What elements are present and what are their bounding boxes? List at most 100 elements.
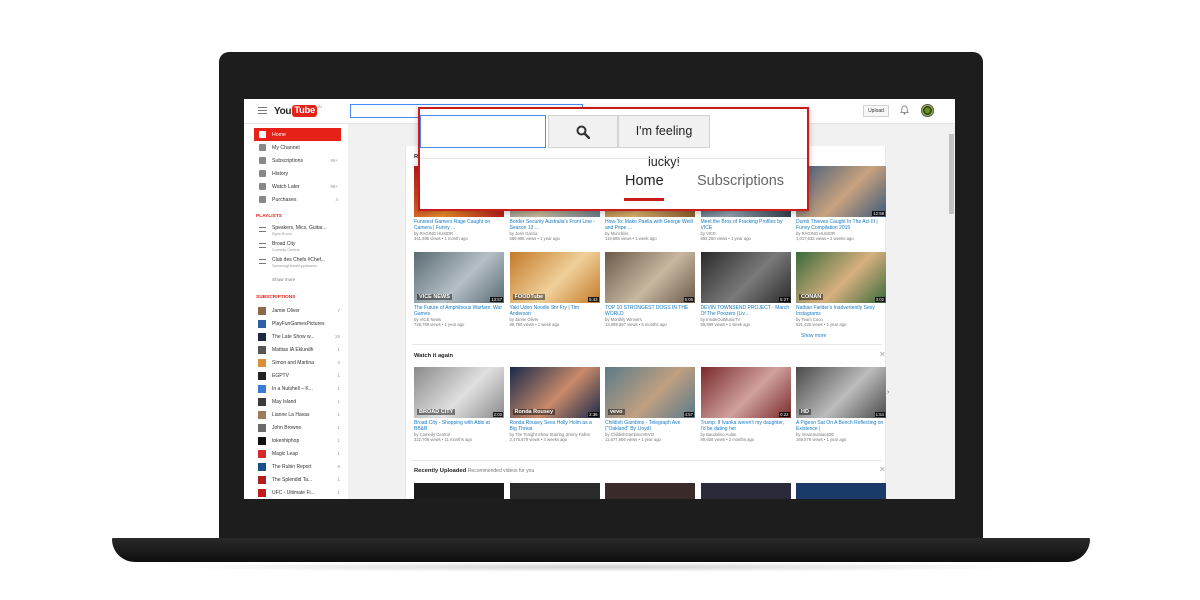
subscription-item[interactable]: UFC - Ultimate Fi... 1: [256, 486, 341, 499]
subscription-label: tokenhiphop: [272, 437, 300, 444]
video-title[interactable]: A Pigeon Sat On A Bench Reflecting on Ex…: [796, 420, 886, 432]
sidebar-item[interactable]: Purchases 4: [254, 193, 341, 206]
chevron-right-icon[interactable]: ›: [887, 389, 889, 396]
tab-home[interactable]: Home: [625, 173, 664, 190]
video-title[interactable]: TOP 10 STRONGEST DOGS IN THE WORLD: [605, 305, 695, 317]
video-title[interactable]: Nathan Fielder's Inadvertently Sexy Inst…: [796, 305, 886, 317]
video-thumbnail[interactable]: BROAD CITY 2:03: [414, 367, 504, 418]
video-card[interactable]: BROAD CITY 2:03 Broad City - Shopping with…: [414, 367, 504, 445]
hamburger-menu-icon[interactable]: [258, 107, 267, 114]
video-title[interactable]: Meet the Bros of Fracking Profiles by VI…: [701, 219, 791, 231]
video-card[interactable]: 0:22 Trump: If Ivanka weren't my daughter…: [700, 367, 791, 445]
avatar[interactable]: [921, 104, 934, 117]
video-thumbnail[interactable]: FOODTube 5:43: [509, 252, 600, 303]
page-scrollbar[interactable]: [948, 124, 955, 499]
video-title[interactable]: Childish Gambino - Telegraph Ave ("Oakla…: [605, 420, 695, 432]
playlist-item[interactable]: Broad City Comedy Central: [256, 241, 341, 253]
video-thumbnail[interactable]: [509, 483, 600, 499]
section-divider: [412, 460, 882, 461]
sidebar-item[interactable]: History: [254, 167, 341, 180]
playlist-icon: [259, 227, 266, 232]
video-duration: 5:06: [683, 297, 694, 302]
playlist-item[interactable]: Club des Chefs #Chef... SamsungHomeApplia…: [256, 257, 341, 269]
video-title[interactable]: Border Security Australia's Front Line -…: [510, 219, 600, 231]
video-duration: 1:54: [874, 412, 885, 417]
video-thumbnail[interactable]: VICE NEWS 13:57: [414, 252, 504, 303]
playlist-owner: Comedy Central: [272, 248, 300, 252]
subscription-item[interactable]: Simon and Martina 2: [256, 356, 341, 369]
video-thumbnail[interactable]: [700, 483, 791, 499]
video-card[interactable]: VICE NEWS 13:57 The Future of Amphibious W…: [414, 252, 504, 330]
subscription-item[interactable]: In a Nutshell – K... 1: [256, 382, 341, 395]
subscription-count: 1: [337, 438, 340, 443]
subscription-item[interactable]: The Rubin Report 8: [256, 460, 341, 473]
video-title[interactable]: DEVIN TOWNSEND PROJECT - March Of The Po…: [701, 305, 791, 317]
youtube-logo[interactable]: You Tube IN: [274, 104, 322, 117]
feeling-lucky-button[interactable]: I'm feeling lucky!: [618, 115, 710, 169]
playlist-item[interactable]: Speakers, Mics, Guitar... Ryan Bruce: [256, 225, 341, 237]
video-thumbnail[interactable]: [605, 483, 695, 499]
subscription-item[interactable]: Lianne La Havas 1: [256, 408, 341, 421]
video-card[interactable]: 12:58 Dumb Thieves Caught In The Act III …: [796, 166, 886, 244]
video-duration: 5:27: [779, 297, 790, 302]
video-title[interactable]: Funniest Gamers Rage Caught on Camera | …: [414, 219, 504, 231]
playlists-show-more[interactable]: Show more: [272, 277, 295, 282]
sidebar-item[interactable]: My Channel: [254, 141, 341, 154]
subscription-item[interactable]: Jamie Oliver 7: [256, 304, 341, 317]
tab-subscriptions[interactable]: Subscriptions: [697, 173, 784, 190]
video-card[interactable]: vevo 4:57 Childish Gambino - Telegraph Ave…: [605, 367, 695, 445]
subscription-item[interactable]: John Browne 1: [256, 421, 341, 434]
subscription-item[interactable]: tokenhiphop 1: [256, 434, 341, 447]
video-title[interactable]: Broad City - Shopping with Abbi at BB&B: [414, 420, 504, 432]
sidebar-item[interactable]: Subscriptions 99+: [254, 154, 341, 167]
recently-uploaded-label: Recently Uploaded: [414, 468, 467, 474]
bell-icon[interactable]: [900, 105, 909, 115]
video-card[interactable]: CONAN 3:02 Nathan Fielder's Inadvertently …: [796, 252, 886, 330]
watch-again-title: Watch it again: [414, 353, 454, 359]
subscription-item[interactable]: The Late Show w... 26: [256, 330, 341, 343]
video-thumbnail[interactable]: 0:22: [700, 367, 791, 418]
laptop-base: [112, 538, 1090, 562]
video-card[interactable]: FOODTube 5:43 Yaki Udon Noodle Stir Fry | …: [509, 252, 600, 330]
subscription-item[interactable]: Mattias IA Eklundh 1: [256, 343, 341, 356]
video-meta: 119,655 views • 1 week ago: [605, 236, 657, 241]
sidebar-item[interactable]: Watch Later 99+: [254, 180, 341, 193]
subscription-item[interactable]: Magic Leap 1: [256, 447, 341, 460]
recently-uploaded-close-icon[interactable]: ✕: [879, 466, 886, 474]
video-thumbnail[interactable]: [414, 483, 504, 499]
subscription-item[interactable]: PlayFunGamesPictures: [256, 317, 341, 330]
channel-avatar: [258, 463, 266, 471]
subscription-item[interactable]: May Island 1: [256, 395, 341, 408]
video-thumbnail[interactable]: 12:58: [796, 166, 886, 217]
recommended-show-more[interactable]: Show more: [801, 333, 826, 339]
sidebar: Home My Channel Subscriptions 99+ History Wat…: [244, 124, 348, 499]
video-card[interactable]: HD 1:54 A Pigeon Sat On A Bench Reflecting…: [796, 367, 886, 445]
video-thumbnail[interactable]: [796, 483, 886, 499]
video-duration: 2:36: [588, 412, 599, 417]
video-card[interactable]: 5:27 DEVIN TOWNSEND PROJECT - March Of Th…: [700, 252, 791, 330]
video-title[interactable]: Dumb Thieves Caught In The Act III | Fun…: [796, 219, 886, 231]
video-thumbnail[interactable]: 5:06: [605, 252, 695, 303]
video-card[interactable]: 5:06 TOP 10 STRONGEST DOGS IN THE WORLD by…: [605, 252, 695, 330]
video-title[interactable]: Ronda Rousey Sees Holly Holm as a Big Th…: [510, 420, 600, 432]
video-thumbnail[interactable]: Ronda Rousey 2:36: [509, 367, 600, 418]
video-title[interactable]: How-To: Make Paella with George Weill an…: [605, 219, 695, 231]
video-thumbnail[interactable]: 5:27: [700, 252, 791, 303]
video-meta: 341,695 views • 1 month ago: [414, 236, 468, 241]
scrollbar-thumb[interactable]: [949, 134, 954, 214]
popup-search-button[interactable]: [548, 115, 618, 148]
video-thumbnail[interactable]: HD 1:54: [796, 367, 886, 418]
video-thumbnail[interactable]: CONAN 3:02: [796, 252, 886, 303]
video-title[interactable]: The Future of Amphibious Warfare: War Ga…: [414, 305, 504, 317]
video-title[interactable]: Trump: If Ivanka weren't my daughter, I'…: [701, 420, 791, 432]
sidebar-item[interactable]: Home: [254, 128, 341, 141]
video-title[interactable]: Yaki Udon Noodle Stir Fry | Tim Anderson: [510, 305, 600, 317]
search-icon: [576, 125, 590, 139]
video-thumbnail[interactable]: vevo 4:57: [605, 367, 695, 418]
subscription-item[interactable]: The Splendid Ta... 1: [256, 473, 341, 486]
watch-again-close-icon[interactable]: ✕: [879, 351, 886, 359]
popup-search-input[interactable]: [420, 115, 546, 148]
video-card[interactable]: Ronda Rousey 2:36 Ronda Rousey Sees Holly …: [509, 367, 600, 445]
upload-button[interactable]: Upload: [863, 105, 889, 117]
subscription-item[interactable]: EGPTV 1: [256, 369, 341, 382]
